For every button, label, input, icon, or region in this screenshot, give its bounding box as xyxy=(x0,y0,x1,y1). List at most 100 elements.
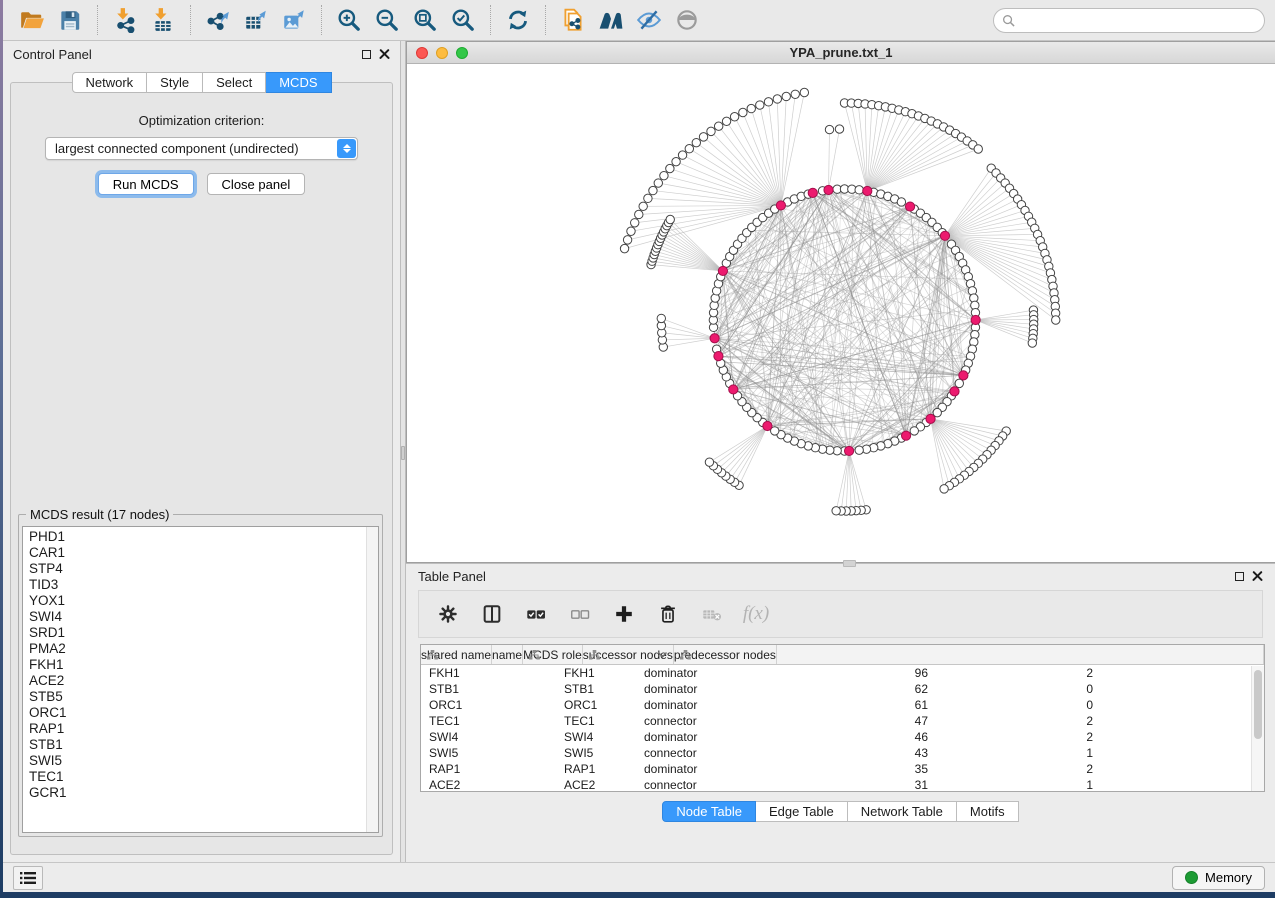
zoom-in-button[interactable] xyxy=(330,3,368,37)
table-row[interactable]: TEC1 TEC1 connector 47 2 xyxy=(421,713,1264,729)
control-panel-tab[interactable]: Network xyxy=(71,72,147,93)
cell-successor-nodes[interactable]: 43 xyxy=(786,745,936,761)
cell-predecessor-nodes[interactable]: 2 xyxy=(936,761,1101,777)
cell-predecessor-nodes[interactable]: 2 xyxy=(936,713,1101,729)
cell-name[interactable]: STB1 xyxy=(556,681,636,697)
delete-table-button[interactable] xyxy=(697,599,727,629)
float-table-panel-icon[interactable] xyxy=(1235,572,1244,581)
zoom-selected-button[interactable] xyxy=(444,3,482,37)
cell-successor-nodes[interactable]: 62 xyxy=(786,681,936,697)
cell-mcds-role[interactable]: dominator xyxy=(636,665,786,681)
mcds-result-item[interactable]: SRD1 xyxy=(29,625,378,641)
mcds-result-item[interactable]: RAP1 xyxy=(29,721,378,737)
export-table-button[interactable] xyxy=(237,3,275,37)
mcds-result-item[interactable]: FKH1 xyxy=(29,657,378,673)
table-column-header[interactable]: successor nodes xyxy=(583,645,674,664)
cell-shared-name[interactable]: STB1 xyxy=(421,681,556,697)
mcds-result-item[interactable]: SWI4 xyxy=(29,609,378,625)
table-row[interactable]: SWI4 SWI4 dominator 46 2 xyxy=(421,729,1264,745)
cell-successor-nodes[interactable]: 35 xyxy=(786,761,936,777)
table-column-header[interactable]: predecessor nodes xyxy=(674,645,777,664)
control-panel-tab[interactable]: Style xyxy=(147,72,203,93)
cell-name[interactable]: SWI5 xyxy=(556,745,636,761)
cell-successor-nodes[interactable]: 61 xyxy=(786,697,936,713)
task-history-button[interactable] xyxy=(13,866,43,890)
deselect-all-rows-button[interactable] xyxy=(565,599,595,629)
mcds-list-scrollbar[interactable] xyxy=(366,527,378,832)
hide-details-button[interactable] xyxy=(630,3,668,37)
splitter-grip[interactable] xyxy=(401,446,405,460)
cell-shared-name[interactable]: ACE2 xyxy=(421,777,556,792)
table-tab[interactable]: Network Table xyxy=(848,801,957,822)
table-tab[interactable]: Edge Table xyxy=(756,801,848,822)
table-column-header[interactable]: name xyxy=(492,645,523,664)
zoom-out-button[interactable] xyxy=(368,3,406,37)
cell-shared-name[interactable]: FKH1 xyxy=(421,665,556,681)
table-row[interactable]: ORC1 ORC1 dominator 61 0 xyxy=(421,697,1264,713)
mcds-result-item[interactable]: TEC1 xyxy=(29,769,378,785)
show-details-button[interactable] xyxy=(668,3,706,37)
cell-mcds-role[interactable]: connector xyxy=(636,713,786,729)
horizontal-splitter-grip[interactable] xyxy=(843,560,856,567)
cell-predecessor-nodes[interactable]: 1 xyxy=(936,777,1101,792)
column-view-button[interactable] xyxy=(477,599,507,629)
network-graph[interactable] xyxy=(407,64,1275,562)
function-builder-button[interactable]: f(x) xyxy=(741,599,771,629)
cell-predecessor-nodes[interactable]: 0 xyxy=(936,697,1101,713)
control-panel-tab[interactable]: MCDS xyxy=(266,72,331,93)
table-options-button[interactable] xyxy=(433,599,463,629)
mcds-result-item[interactable]: ORC1 xyxy=(29,705,378,721)
zoom-fit-button[interactable] xyxy=(406,3,444,37)
close-table-panel-icon[interactable] xyxy=(1252,571,1263,582)
run-mcds-button[interactable]: Run MCDS xyxy=(98,173,194,195)
cell-successor-nodes[interactable]: 47 xyxy=(786,713,936,729)
cell-mcds-role[interactable]: dominator xyxy=(636,761,786,777)
import-network-button[interactable] xyxy=(106,3,144,37)
close-panel-icon[interactable] xyxy=(379,49,390,60)
cell-predecessor-nodes[interactable]: 2 xyxy=(936,665,1101,681)
cell-shared-name[interactable]: SWI5 xyxy=(421,745,556,761)
cell-shared-name[interactable]: SWI4 xyxy=(421,729,556,745)
cell-mcds-role[interactable]: connector xyxy=(636,777,786,792)
cell-shared-name[interactable]: TEC1 xyxy=(421,713,556,729)
refresh-layout-button[interactable] xyxy=(499,3,537,37)
mcds-result-item[interactable]: PHD1 xyxy=(29,529,378,545)
table-column-header[interactable]: MCDS role xyxy=(523,645,583,664)
mcds-result-item[interactable]: SWI5 xyxy=(29,753,378,769)
cell-name[interactable]: ACE2 xyxy=(556,777,636,792)
add-column-button[interactable] xyxy=(609,599,639,629)
search-input[interactable] xyxy=(1020,13,1256,27)
table-row[interactable]: ACE2 ACE2 connector 31 1 xyxy=(421,777,1264,792)
mcds-result-item[interactable]: ACE2 xyxy=(29,673,378,689)
cell-mcds-role[interactable]: dominator xyxy=(636,729,786,745)
cell-mcds-role[interactable]: dominator xyxy=(636,697,786,713)
table-row[interactable]: RAP1 RAP1 dominator 35 2 xyxy=(421,761,1264,777)
export-network-button[interactable] xyxy=(199,3,237,37)
mcds-result-item[interactable]: YOX1 xyxy=(29,593,378,609)
cell-successor-nodes[interactable]: 46 xyxy=(786,729,936,745)
cell-mcds-role[interactable]: connector xyxy=(636,745,786,761)
export-image-button[interactable] xyxy=(275,3,313,37)
table-tab[interactable]: Motifs xyxy=(957,801,1019,822)
cell-name[interactable]: SWI4 xyxy=(556,729,636,745)
search-network-button[interactable] xyxy=(592,3,630,37)
cell-name[interactable]: RAP1 xyxy=(556,761,636,777)
mcds-result-item[interactable]: TID3 xyxy=(29,577,378,593)
table-column-header[interactable]: shared name xyxy=(421,645,492,664)
cell-shared-name[interactable]: ORC1 xyxy=(421,697,556,713)
table-scrollbar-thumb[interactable] xyxy=(1254,670,1262,739)
mcds-result-item[interactable]: STP4 xyxy=(29,561,378,577)
save-session-button[interactable] xyxy=(51,3,89,37)
select-all-rows-button[interactable] xyxy=(521,599,551,629)
mcds-result-item[interactable]: STB1 xyxy=(29,737,378,753)
table-tab[interactable]: Node Table xyxy=(662,801,756,822)
table-scrollbar[interactable] xyxy=(1251,666,1264,791)
table-row[interactable]: FKH1 FKH1 dominator 96 2 xyxy=(421,665,1264,681)
cell-name[interactable]: ORC1 xyxy=(556,697,636,713)
table-row[interactable]: SWI5 SWI5 connector 43 1 xyxy=(421,745,1264,761)
import-table-button[interactable] xyxy=(144,3,182,37)
cell-successor-nodes[interactable]: 96 xyxy=(786,665,936,681)
cell-name[interactable]: FKH1 xyxy=(556,665,636,681)
close-panel-button[interactable]: Close panel xyxy=(207,173,306,195)
network-canvas[interactable] xyxy=(407,64,1275,562)
